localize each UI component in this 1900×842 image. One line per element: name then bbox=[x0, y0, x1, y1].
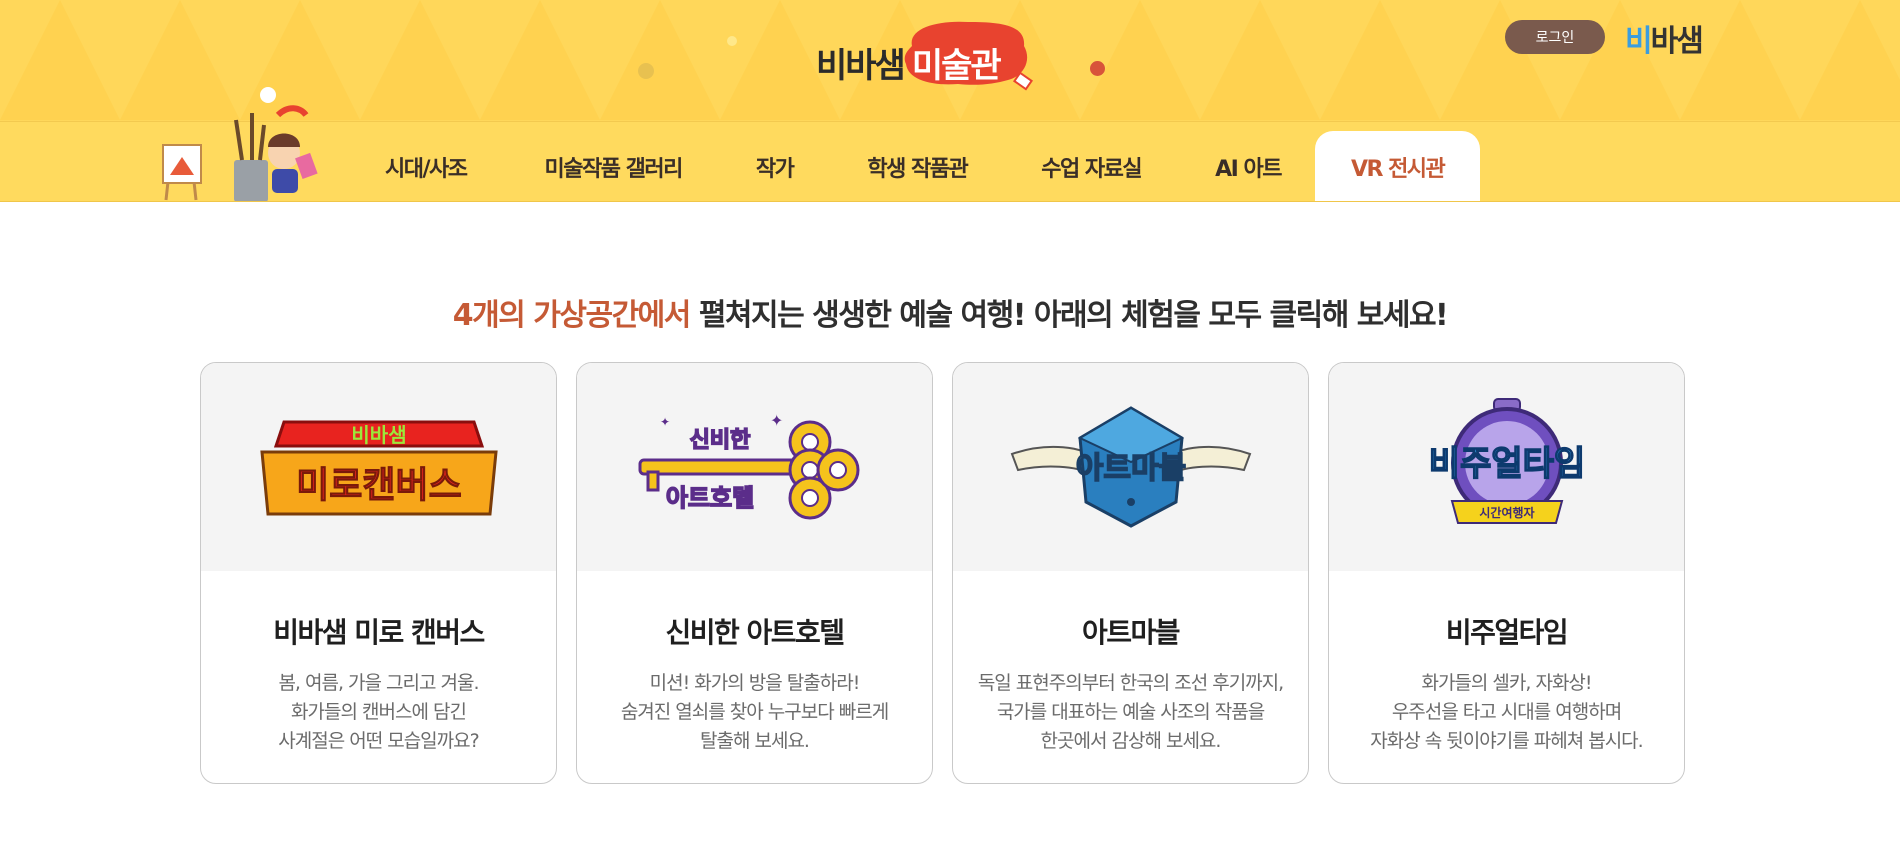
sparkle-icon: ✦ bbox=[660, 415, 670, 429]
card-desc-line: 자화상 속 뒷이야기를 파헤쳐 봅시다. bbox=[1370, 730, 1643, 752]
card-thumbnail: 아트마블 bbox=[953, 363, 1308, 571]
card-thumbnail: 신비한 아트호텔 ✦ ✦ bbox=[577, 363, 932, 571]
card-desc-line: 미션! 화가의 방을 탈출하라! bbox=[649, 672, 861, 694]
nav-item-student-works[interactable]: 학생 작품관 bbox=[867, 151, 968, 183]
pattern-triangle bbox=[1200, 0, 1320, 120]
card-title: 아트마블 bbox=[1081, 616, 1181, 649]
card-desc-line: 화가들의 셀카, 자화상! bbox=[1421, 672, 1592, 694]
nav-item-artist[interactable]: 작가 bbox=[756, 151, 795, 183]
decor-dot bbox=[1090, 61, 1105, 76]
decor-dot bbox=[727, 36, 737, 46]
logo-text: 비바샘 bbox=[816, 45, 906, 86]
pattern-triangle bbox=[1080, 0, 1200, 120]
headline-highlight: 4개의 가상공간에서 bbox=[452, 298, 692, 333]
login-button[interactable]: 로그인 bbox=[1505, 20, 1605, 54]
card-title: 비바샘 미로 캔버스 bbox=[273, 616, 485, 649]
sparkle-icon: ✦ bbox=[770, 411, 783, 430]
card-desc-line: 숨겨진 열쇠를 찾아 누구보다 빠르게 bbox=[620, 701, 889, 723]
site-header: 비바샘 미술관 로그인 비바샘 시대/사조 미술작품 갤러리 작가 학생 작품관… bbox=[0, 0, 1900, 202]
card-description: 봄, 여름, 가을 그리고 겨울. 화가들의 캔버스에 담긴 사계절은 어떤 모… bbox=[201, 669, 556, 756]
main-nav: 시대/사조 미술작품 갤러리 작가 학생 작품관 수업 자료실 AI 아트 VR… bbox=[385, 131, 1481, 201]
mascot-illustration bbox=[162, 87, 318, 201]
card-desc-line: 독일 표현주의부터 한국의 조선 후기까지, bbox=[977, 672, 1284, 694]
pattern-triangle bbox=[600, 0, 720, 120]
vivasam-brand-logo[interactable]: 비바샘 bbox=[1625, 16, 1704, 60]
brand-logo-prefix: 비 bbox=[1625, 24, 1653, 59]
card-art-marble[interactable]: 아트마블 아트마블 독일 표현주의부터 한국의 조선 후기까지, 국가를 대표하… bbox=[952, 362, 1309, 784]
logo-badge-text: 미술관 bbox=[911, 45, 1002, 86]
card-visual-time[interactable]: 비주얼타임 시간여행자 비주얼타임 화가들의 셀카, 자화상! 우주선을 타고 … bbox=[1328, 362, 1685, 784]
logo-top-text: 비주얼타임 bbox=[1428, 444, 1584, 484]
pattern-triangle bbox=[1440, 0, 1560, 120]
pattern-triangle bbox=[480, 0, 600, 120]
nav-item-class-materials[interactable]: 수업 자료실 bbox=[1041, 151, 1142, 183]
pattern-triangle bbox=[1320, 0, 1440, 120]
card-title: 신비한 아트호텔 bbox=[665, 616, 845, 649]
card-desc-line: 한곳에서 감상해 보세요. bbox=[1040, 730, 1222, 752]
logo-top-text: 비바샘 bbox=[351, 423, 406, 447]
brand-logo-suffix: 바샘 bbox=[1650, 24, 1704, 59]
card-desc-line: 사계절은 어떤 모습일까요? bbox=[278, 730, 479, 752]
logo-bottom-text: 미로캔버스 bbox=[296, 465, 462, 506]
miro-canvas-logo: 비바샘 미로캔버스 bbox=[259, 420, 498, 516]
headline-text: 펼쳐지는 생생한 예술 여행! 아래의 체험을 모두 클릭해 보세요! bbox=[689, 298, 1449, 333]
logo-top-text: 아트마블 bbox=[1075, 451, 1185, 486]
card-art-hotel[interactable]: 신비한 아트호텔 ✦ ✦ 신비한 아트호텔 미션! 화가의 방을 탈출하라! 숨… bbox=[576, 362, 933, 784]
vr-card-list: 비바샘 미로캔버스 비바샘 미로 캔버스 봄, 여름, 가을 그리고 겨울. 화… bbox=[200, 362, 1685, 784]
pattern-triangle bbox=[0, 0, 120, 120]
card-description: 독일 표현주의부터 한국의 조선 후기까지, 국가를 대표하는 예술 사조의 작… bbox=[953, 669, 1308, 756]
nav-item-era[interactable]: 시대/사조 bbox=[385, 151, 468, 183]
decor-dot bbox=[638, 63, 654, 79]
nav-item-vr-exhibition[interactable]: VR 전시관 bbox=[1314, 131, 1481, 201]
card-desc-line: 탈출해 보세요. bbox=[700, 730, 810, 752]
art-marble-dice-logo: 아트마블 bbox=[1010, 406, 1251, 528]
logo-top-text: 신비한 bbox=[689, 428, 750, 453]
nav-item-ai-art[interactable]: AI 아트 bbox=[1215, 151, 1282, 183]
pattern-triangle bbox=[1800, 0, 1900, 120]
pattern-triangle bbox=[360, 0, 480, 120]
card-title: 비주얼타임 bbox=[1445, 616, 1569, 649]
card-description: 화가들의 셀카, 자화상! 우주선을 타고 시대를 여행하며 자화상 속 뒷이야… bbox=[1329, 669, 1684, 756]
nav-item-gallery[interactable]: 미술작품 갤러리 bbox=[545, 151, 684, 183]
easel-icon bbox=[162, 144, 202, 201]
card-thumbnail: 비바샘 미로캔버스 bbox=[201, 363, 556, 571]
card-miro-canvas[interactable]: 비바샘 미로캔버스 비바샘 미로 캔버스 봄, 여름, 가을 그리고 겨울. 화… bbox=[200, 362, 557, 784]
card-thumbnail: 비주얼타임 시간여행자 bbox=[1329, 363, 1684, 571]
logo-badge: 미술관 bbox=[904, 21, 1033, 91]
logo-bottom-text: 아트호텔 bbox=[665, 484, 753, 512]
page-headline: 4개의 가상공간에서 펼쳐지는 생생한 예술 여행! 아래의 체험을 모두 클릭… bbox=[0, 290, 1900, 334]
card-desc-line: 봄, 여름, 가을 그리고 겨울. bbox=[278, 672, 479, 694]
logo-bottom-text: 시간여행자 bbox=[1479, 505, 1534, 520]
card-desc-line: 국가를 대표하는 예술 사조의 작품을 bbox=[996, 701, 1265, 723]
card-description: 미션! 화가의 방을 탈출하라! 숨겨진 열쇠를 찾아 누구보다 빠르게 탈출해… bbox=[577, 669, 932, 756]
card-desc-line: 화가들의 캔버스에 담긴 bbox=[291, 701, 467, 723]
art-hotel-key-logo: 신비한 아트호텔 ✦ ✦ bbox=[638, 411, 859, 520]
site-logo[interactable]: 비바샘 미술관 bbox=[816, 21, 1033, 102]
visual-time-clock-logo: 비주얼타임 시간여행자 bbox=[1428, 398, 1585, 524]
card-desc-line: 우주선을 타고 시대를 여행하며 bbox=[1391, 701, 1622, 723]
